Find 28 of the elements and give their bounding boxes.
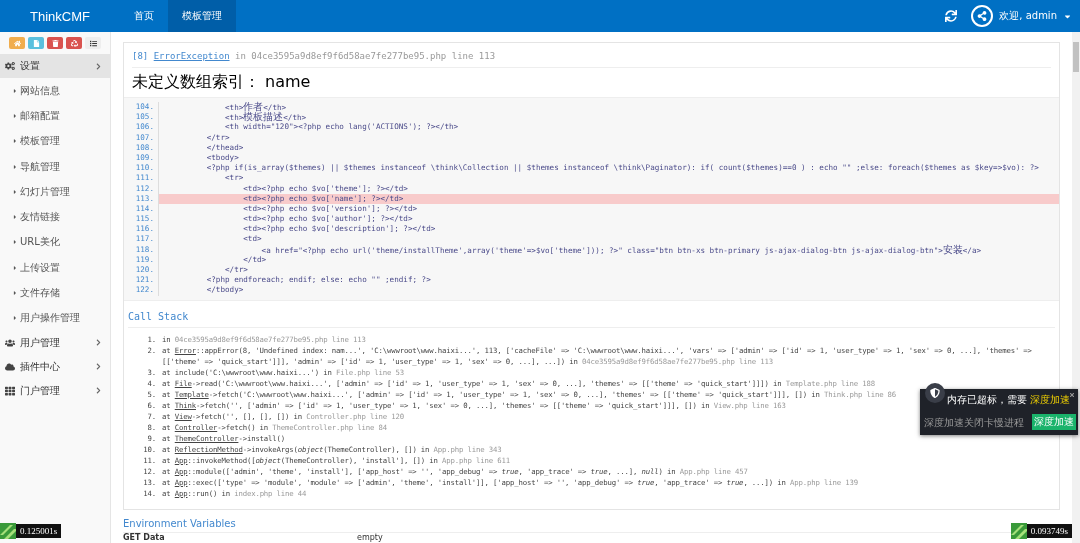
submenu-item[interactable]: 网站信息 [0,78,110,104]
submenu-item[interactable]: 导航管理 [0,153,110,180]
submenu-item[interactable]: 用户操作管理 [0,305,110,331]
error-message: 未定义数组索引： name [132,72,312,93]
timer-badge: 0.093749s [1026,524,1072,538]
timer-badge: 0.125001s [16,524,62,538]
submenu-item[interactable]: 幻灯片管理 [0,179,110,205]
submenu-item[interactable]: 文件存储 [0,280,110,306]
popup-title: 内存已超标，需要 深度加速 [947,393,1071,407]
env-value: empty [357,532,383,542]
submenu-item[interactable]: 上传设置 [0,255,110,281]
submenu-item[interactable]: 邮箱配置 [0,103,110,129]
menu-item[interactable]: 设置 [0,54,110,78]
submenu-item[interactable]: 友情链接 [0,204,110,230]
error-location: [8] ErrorException in 04ce3595a9d8ef9f6d58ae7fe277be95.php line 113 [132,51,1051,68]
submenu-item[interactable]: URL美化 [0,229,110,256]
menu-item[interactable]: 门户管理 [0,378,110,403]
section-title: Call Stack [128,310,1055,328]
env-name: GET Data [123,532,166,542]
nav-tab[interactable]: 首页 [120,0,168,32]
menu-item[interactable]: 用户管理 [0,330,110,355]
submenu-item[interactable]: 模板管理 [0,128,110,154]
exception-link[interactable]: ErrorException [153,51,230,61]
brand-logo[interactable]: ThinkCMF [0,8,120,24]
nav-tab[interactable]: 模板管理 [168,0,236,32]
menu-item[interactable]: 插件中心 [0,354,110,379]
popup-subtitle: 深度加速关闭卡慢进程 [924,416,1024,430]
user-menu[interactable]: 欢迎, admin [999,9,1057,23]
